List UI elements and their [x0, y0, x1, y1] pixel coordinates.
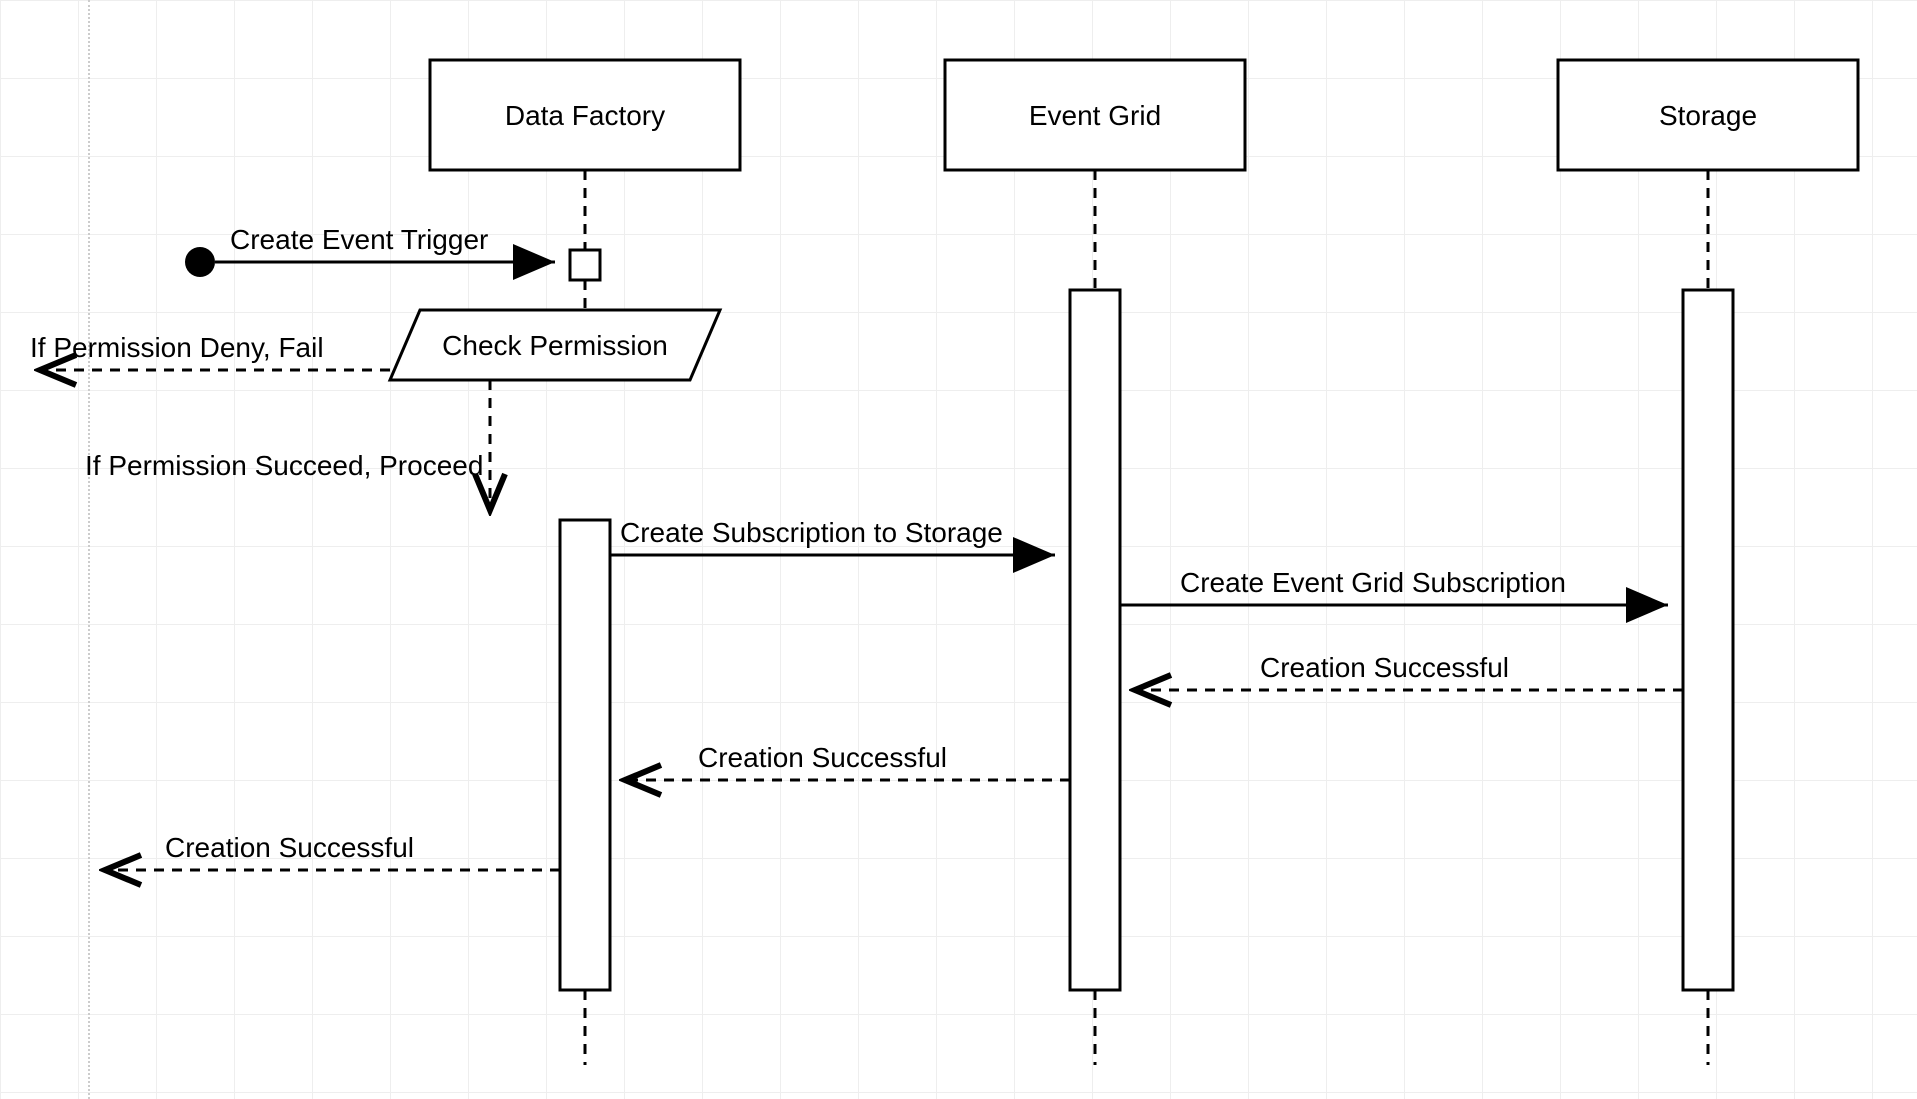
message-label: Check Permission: [442, 330, 668, 361]
participant-event-grid: Event Grid: [945, 60, 1245, 170]
message-label: Create Event Grid Subscription: [1180, 567, 1566, 598]
participant-data-factory: Data Factory: [430, 60, 740, 170]
message-label: If Permission Deny, Fail: [30, 332, 324, 363]
message-label: Create Event Trigger: [230, 224, 488, 255]
message-label: Creation Successful: [165, 832, 414, 863]
activation-storage: [1683, 290, 1733, 990]
participant-storage: Storage: [1558, 60, 1858, 170]
activation-data-factory: [560, 520, 610, 990]
message-label: Creation Successful: [698, 742, 947, 773]
participant-label: Data Factory: [505, 100, 665, 131]
message-label: If Permission Succeed, Proceed: [85, 450, 483, 481]
sequence-diagram: Data Factory Event Grid Storage Create E…: [0, 0, 1917, 1099]
activation-event-grid: [1070, 290, 1120, 990]
message-label: Create Subscription to Storage: [620, 517, 1003, 548]
participant-label: Storage: [1659, 100, 1757, 131]
participant-label: Event Grid: [1029, 100, 1161, 131]
message-label: Creation Successful: [1260, 652, 1509, 683]
small-activation: [570, 250, 600, 280]
start-point: [185, 247, 215, 277]
